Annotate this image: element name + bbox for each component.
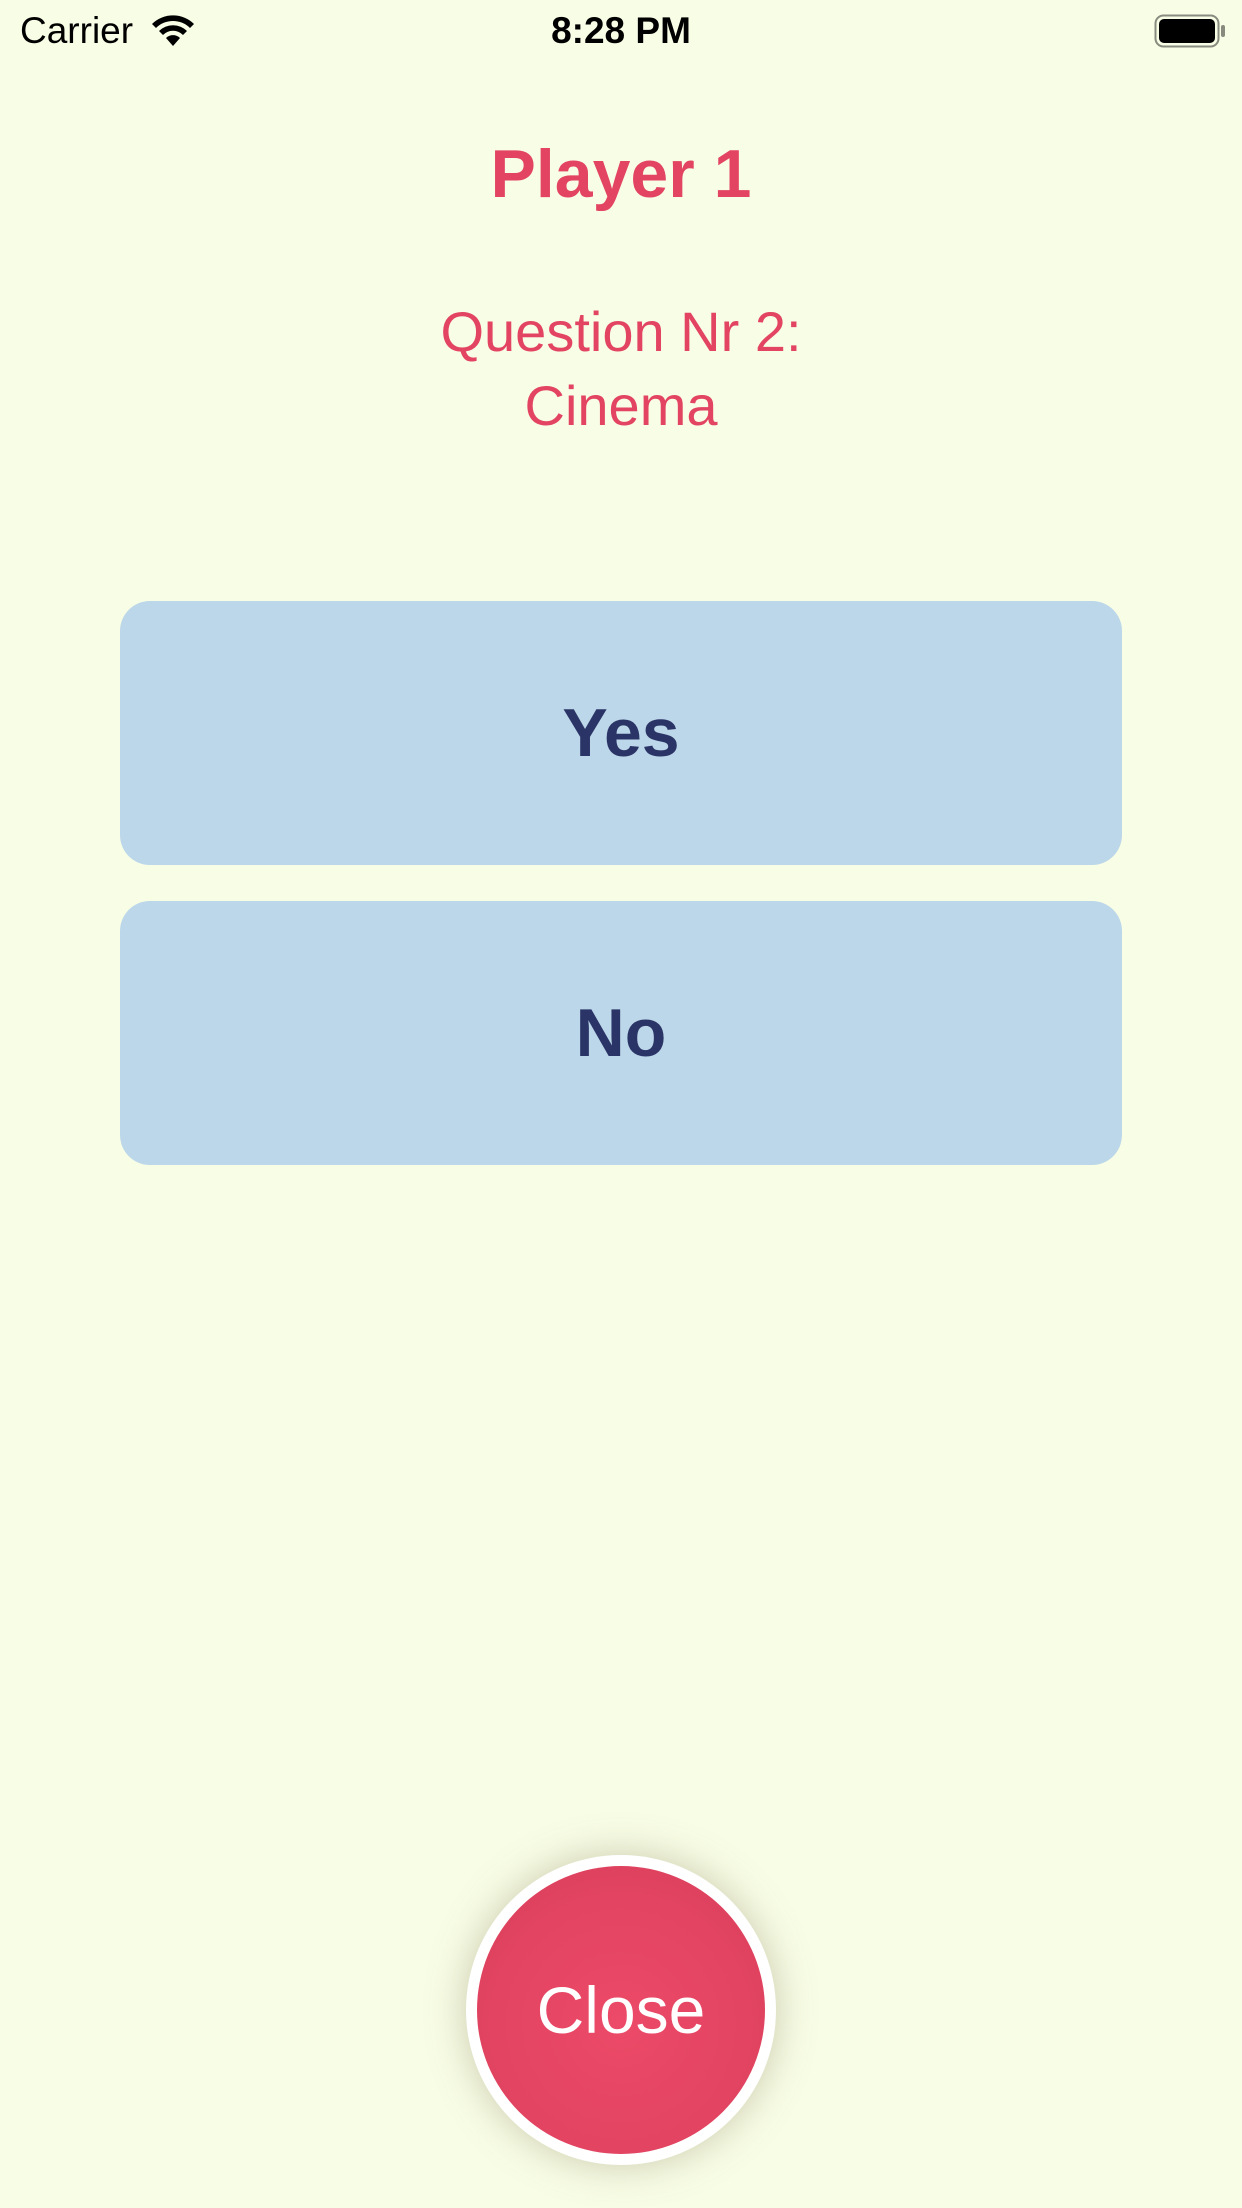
close-button-ring: Close xyxy=(466,1855,776,2165)
status-bar: Carrier 8:28 PM xyxy=(0,0,1242,62)
no-button[interactable]: No xyxy=(120,901,1122,1165)
battery-icon xyxy=(1154,14,1226,48)
close-button[interactable]: Close xyxy=(477,1866,765,2154)
question-heading: Question Nr 2: Cinema xyxy=(0,295,1242,443)
yes-button[interactable]: Yes xyxy=(120,601,1122,865)
question-number: Question Nr 2: xyxy=(440,300,802,363)
player-title: Player 1 xyxy=(490,136,752,212)
question-category: Cinema xyxy=(524,374,718,437)
clock-time: 8:28 PM xyxy=(551,10,691,51)
